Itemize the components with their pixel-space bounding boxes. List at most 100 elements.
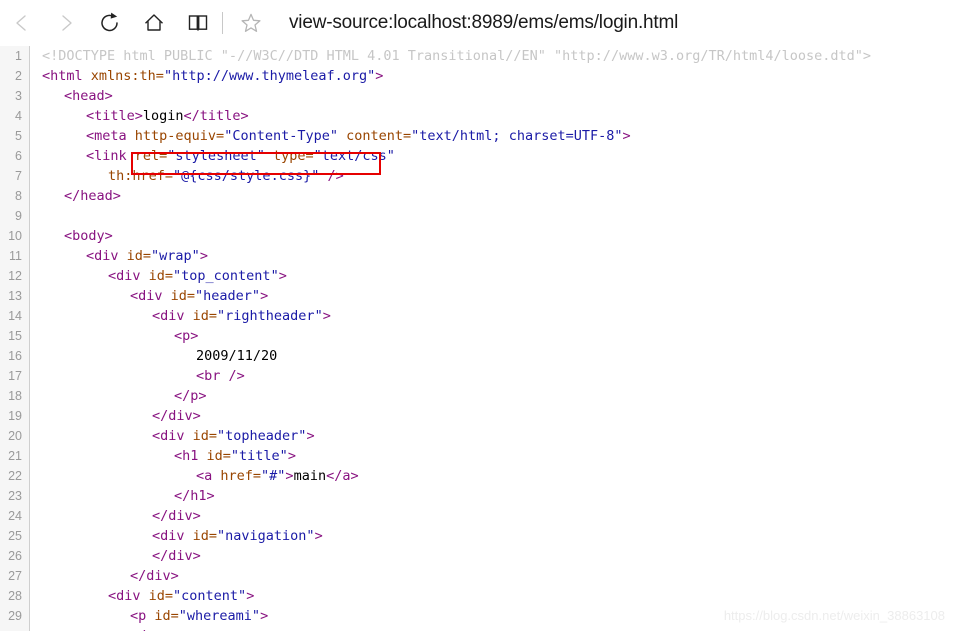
code-token-tag: > bbox=[287, 448, 296, 464]
code-token-tag: <a bbox=[196, 468, 221, 484]
line-number: 8 bbox=[15, 189, 22, 203]
code-token-tag: </div> bbox=[152, 548, 201, 564]
reading-list-button[interactable] bbox=[176, 1, 220, 45]
code-token-val: "#" bbox=[261, 468, 286, 484]
code-token-val: "http://www.thymeleaf.org" bbox=[163, 68, 376, 84]
browser-toolbar: view-source:localhost:8989/ems/ems/login… bbox=[0, 0, 955, 46]
code-line: 11 <div id="wrap"> bbox=[0, 246, 955, 266]
code-token-tag: > bbox=[278, 268, 287, 284]
code-token-tag: </h1> bbox=[174, 488, 215, 504]
line-number: 22 bbox=[8, 469, 22, 483]
code-token-val: "stylesheet" bbox=[167, 148, 265, 164]
line-number: 9 bbox=[15, 209, 22, 223]
code-token-attr: rel= bbox=[134, 148, 168, 164]
line-number: 19 bbox=[8, 409, 22, 423]
line-number: 15 bbox=[8, 329, 22, 343]
code-token-val: "content" bbox=[173, 588, 247, 604]
code-token-tag: /> bbox=[319, 168, 344, 184]
star-icon bbox=[239, 11, 263, 35]
code-line-content: </h1> bbox=[174, 486, 215, 506]
code-line-content: <body> bbox=[64, 226, 113, 246]
favorite-button[interactable] bbox=[229, 1, 273, 45]
code-line: 24 </div> bbox=[0, 506, 955, 526]
code-line: 21 <h1 id="title"> bbox=[0, 446, 955, 466]
code-token-attr: id= bbox=[192, 308, 218, 324]
line-number: 14 bbox=[8, 309, 22, 323]
line-number: 13 bbox=[8, 289, 22, 303]
code-line-content: <html xmlns:th="http://www.thymeleaf.org… bbox=[42, 66, 383, 86]
code-line: 13 <div id="header"> bbox=[0, 286, 955, 306]
code-token-tag: <p> bbox=[174, 328, 199, 344]
line-number: 23 bbox=[8, 489, 22, 503]
code-line: 23 </h1> bbox=[0, 486, 955, 506]
line-number: 3 bbox=[15, 89, 22, 103]
line-number: 25 bbox=[8, 529, 22, 543]
line-number: 7 bbox=[15, 169, 22, 183]
code-token-tag: <meta bbox=[86, 128, 135, 144]
line-number: 29 bbox=[8, 609, 22, 623]
code-token-attr: th:href= bbox=[108, 168, 174, 184]
code-line: 6 <link rel="stylesheet" type="text/css" bbox=[0, 146, 955, 166]
line-number: 5 bbox=[15, 129, 22, 143]
code-token-tag: <link bbox=[86, 148, 135, 164]
code-line-content: 2009/11/20 bbox=[196, 346, 277, 366]
code-line: 7 th:href="@{css/style.css}" /> bbox=[0, 166, 955, 186]
code-line-content: </div> bbox=[130, 566, 179, 586]
line-number: 6 bbox=[15, 149, 22, 163]
code-line: 20 <div id="topheader"> bbox=[0, 426, 955, 446]
line-number: 1 bbox=[15, 49, 22, 63]
line-number: 12 bbox=[8, 269, 22, 283]
home-button[interactable] bbox=[132, 1, 176, 45]
code-token-tag: > bbox=[260, 288, 269, 304]
code-line: 5 <meta http-equiv="Content-Type" content… bbox=[0, 126, 955, 146]
code-token-tag: <body> bbox=[64, 228, 113, 244]
code-line-content: <head> bbox=[64, 86, 113, 106]
code-line: 19 </div> bbox=[0, 406, 955, 426]
refresh-button[interactable] bbox=[88, 1, 132, 45]
code-line-content: <br /> bbox=[196, 366, 245, 386]
code-token-tag: > bbox=[246, 588, 255, 604]
code-line-content: <div id="header"> bbox=[130, 286, 268, 306]
code-token-tag: </title> bbox=[183, 108, 249, 124]
chevron-right-icon bbox=[55, 12, 77, 34]
code-token-text: 2009/11/20 bbox=[196, 348, 278, 364]
back-button[interactable] bbox=[0, 1, 44, 45]
line-number: 2 bbox=[15, 69, 22, 83]
code-line: 18 </p> bbox=[0, 386, 955, 406]
code-line: 4 <title>login</title> bbox=[0, 106, 955, 126]
code-line-content: <div id="wrap"> bbox=[86, 246, 208, 266]
forward-button[interactable] bbox=[44, 1, 88, 45]
code-line-content: <h1 id="title"> bbox=[174, 446, 296, 466]
code-token-tag: </p> bbox=[174, 388, 207, 404]
code-line: 28 <div id="content"> bbox=[0, 586, 955, 606]
code-line: 25 <div id="navigation"> bbox=[0, 526, 955, 546]
code-token-attr: id= bbox=[206, 448, 231, 464]
code-token-val: "rightheader" bbox=[217, 308, 323, 324]
code-token-tag: > bbox=[260, 608, 269, 624]
source-code-area[interactable]: 1 <!DOCTYPE html PUBLIC "-//W3C//DTD HTML… bbox=[0, 46, 955, 631]
code-token-attr: xmlns:th= bbox=[90, 68, 164, 84]
code-token-tag: <h1 bbox=[174, 448, 207, 464]
code-line-content: </div> bbox=[152, 406, 201, 426]
code-line: 15 <p> bbox=[0, 326, 955, 346]
code-line-content: </div> bbox=[152, 506, 201, 526]
code-token-tag: > bbox=[622, 128, 631, 144]
book-icon bbox=[186, 11, 210, 35]
code-line-content: <div id="content"> bbox=[108, 586, 254, 606]
code-line-content: <div id="navigation"> bbox=[152, 526, 323, 546]
code-token-attr: http-equiv= bbox=[134, 128, 225, 144]
refresh-icon bbox=[98, 11, 122, 35]
code-token-tag: </div> bbox=[130, 568, 179, 584]
code-line: 22 <a href="#">main</a> bbox=[0, 466, 955, 486]
code-line: 9 bbox=[0, 206, 955, 226]
code-line: 12 <div id="top_content"> bbox=[0, 266, 955, 286]
code-token-attr: id= bbox=[148, 268, 174, 284]
line-number: 11 bbox=[9, 249, 22, 263]
code-token-tag: </a> bbox=[326, 468, 359, 484]
code-token-tag: <div bbox=[108, 588, 149, 604]
address-bar-url[interactable]: view-source:localhost:8989/ems/ems/login… bbox=[289, 12, 955, 34]
code-line: 8 </head> bbox=[0, 186, 955, 206]
code-line: 17 <br /> bbox=[0, 366, 955, 386]
code-token-val: "whereami" bbox=[178, 608, 261, 624]
code-line-content: <title>login</title> bbox=[86, 106, 249, 126]
